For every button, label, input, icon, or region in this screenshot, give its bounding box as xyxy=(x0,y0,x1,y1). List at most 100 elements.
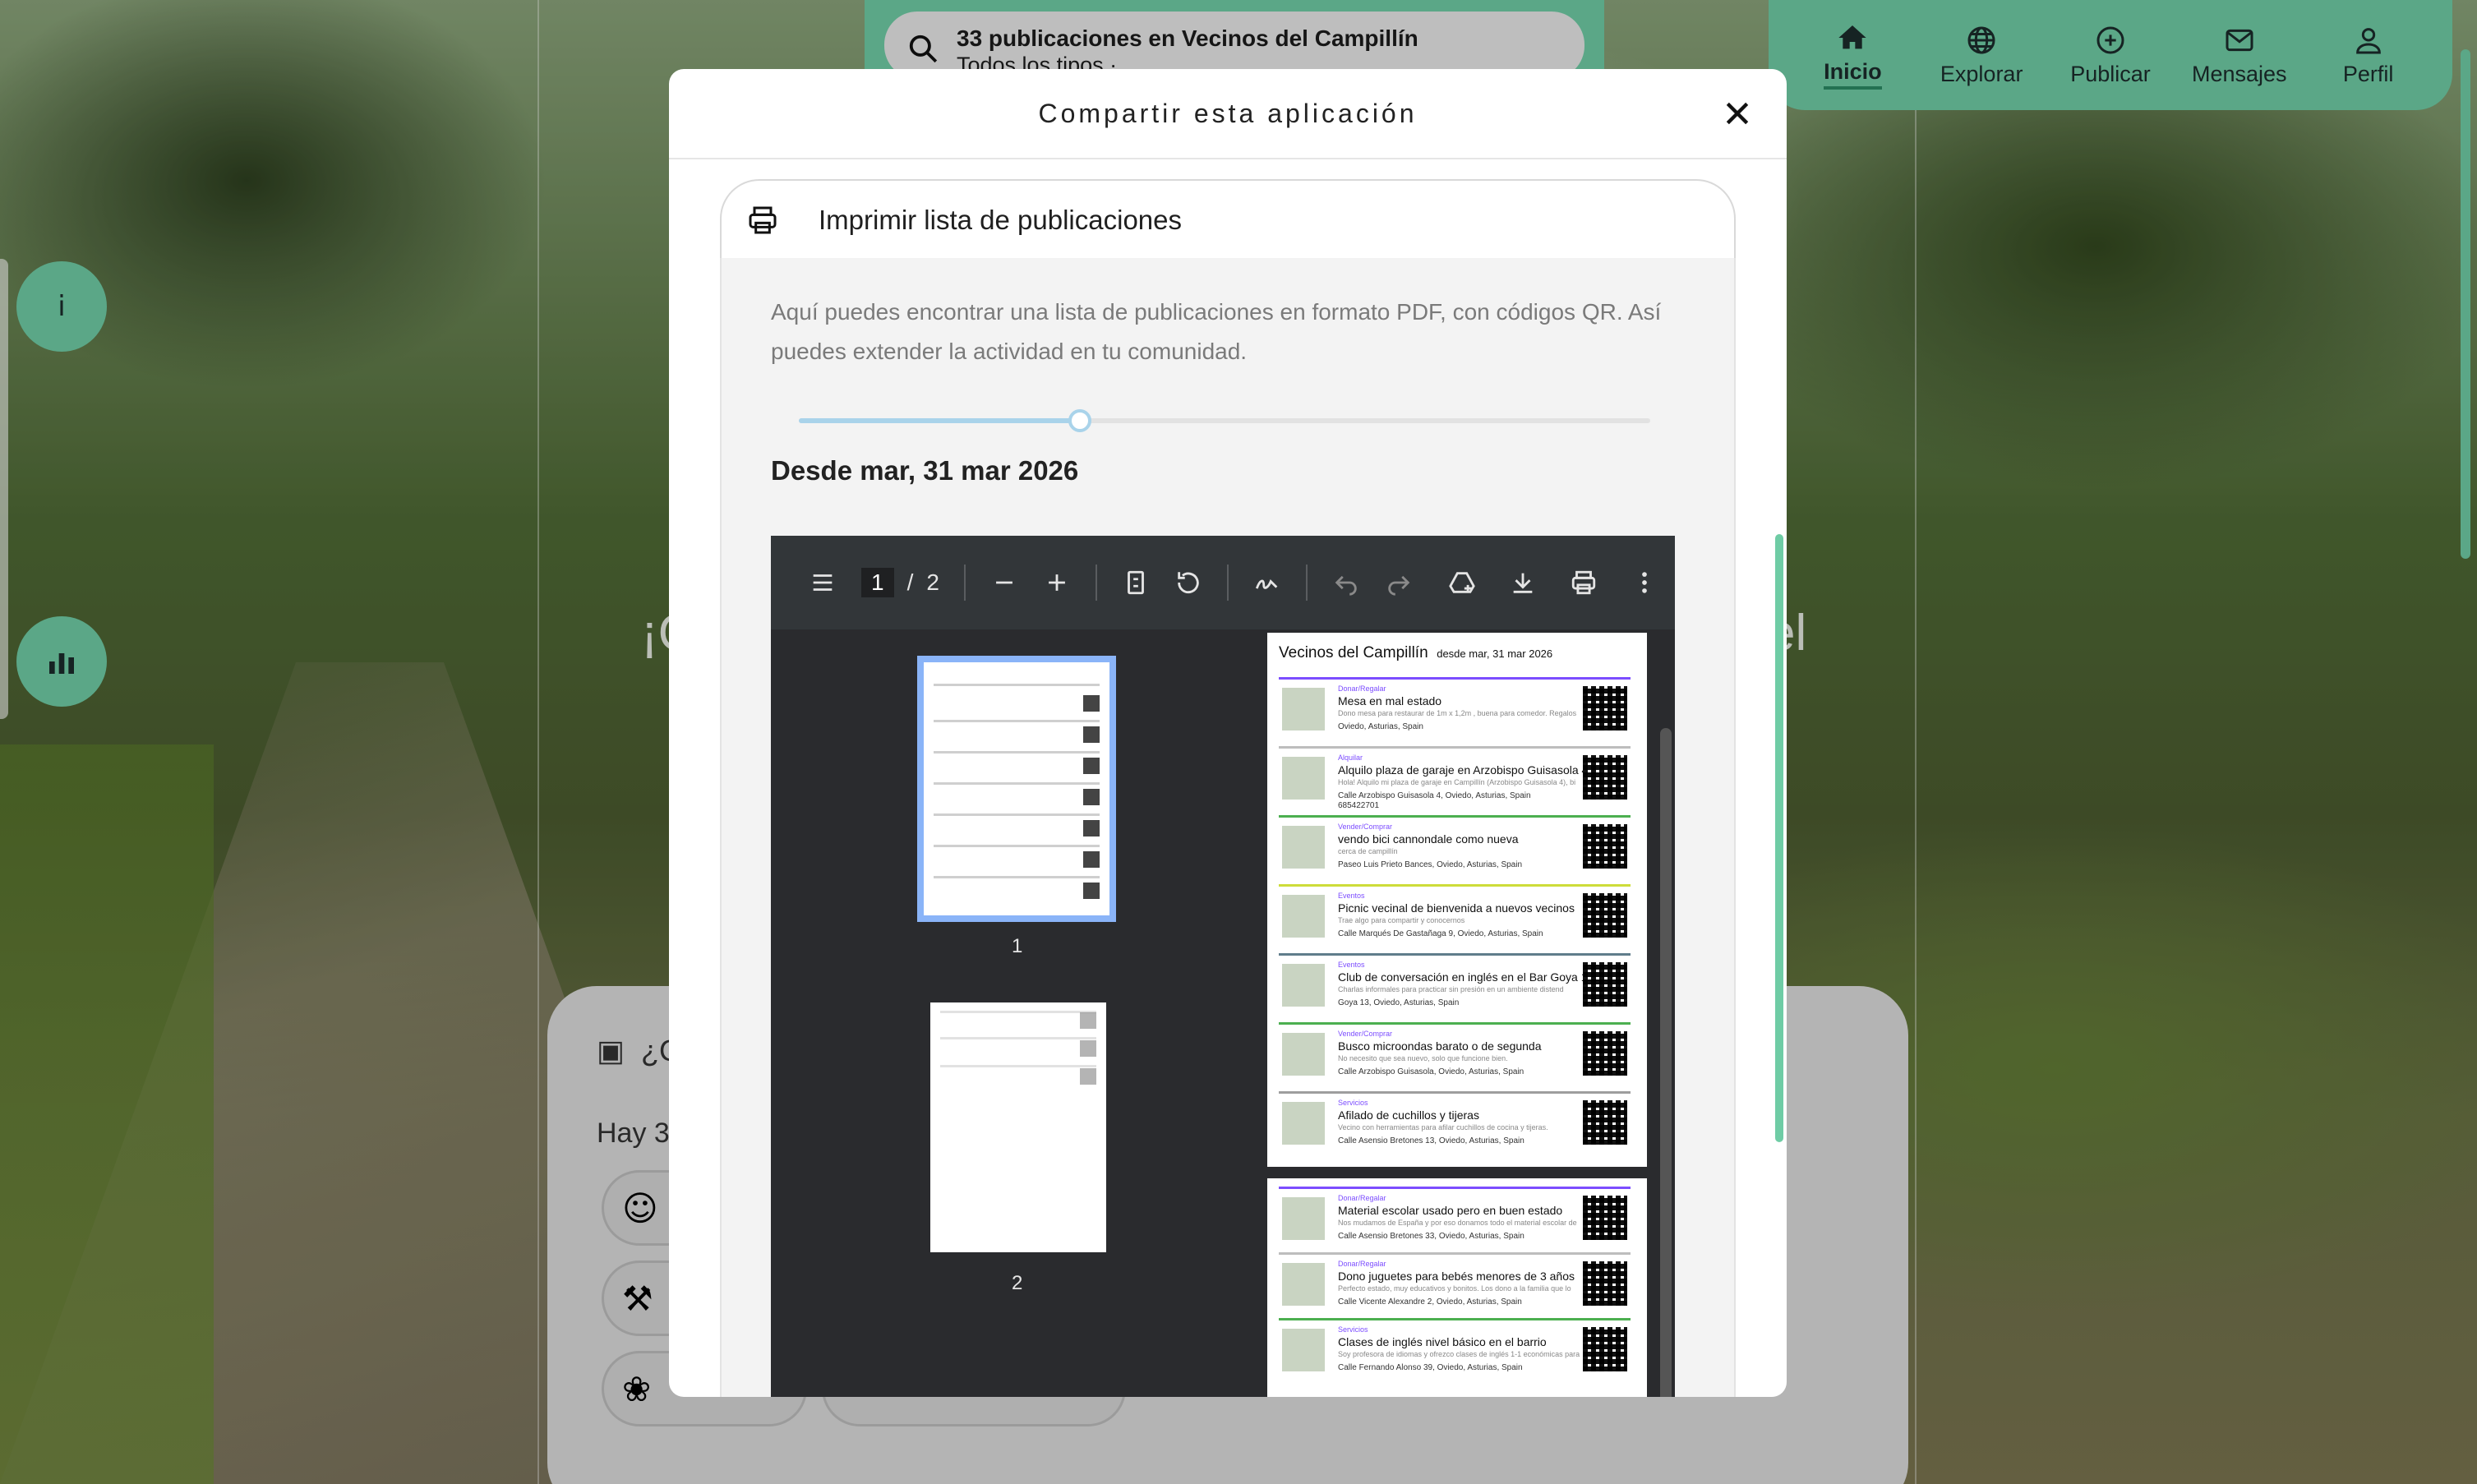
listing-category: Alquilar xyxy=(1338,754,1363,762)
qr-code xyxy=(1583,1196,1627,1240)
share-modal: Compartir esta aplicación Imprimir lista… xyxy=(669,69,1787,1397)
modal-header: Compartir esta aplicación xyxy=(669,69,1787,159)
listing-description: Hola! Alquilo mi plaza de garaje en Camp… xyxy=(1338,778,1576,786)
listing-address: Calle Arzobispo Guisasola 4, Oviedo, Ast… xyxy=(1338,791,1531,800)
close-icon xyxy=(1726,102,1749,125)
listing-description: Perfecto estado, muy educativos y bonito… xyxy=(1338,1284,1571,1293)
listing-address: Oviedo, Asturias, Spain xyxy=(1338,722,1423,731)
slider-fill xyxy=(799,418,1080,423)
printer-icon xyxy=(749,206,777,234)
listing-title: Dono juguetes para bebés menores de 3 añ… xyxy=(1338,1270,1575,1283)
pdf-page-1: Vecinos del Campillín desde mar, 31 mar … xyxy=(1267,633,1647,1167)
fit-page-icon[interactable] xyxy=(1122,569,1150,597)
drive-add-icon[interactable] xyxy=(1448,569,1476,597)
listing-phone: 685422701 xyxy=(1338,801,1380,810)
listing-title: Material escolar usado pero en buen esta… xyxy=(1338,1204,1563,1217)
undo-icon[interactable] xyxy=(1332,569,1360,597)
listing-category: Servicios xyxy=(1338,1099,1368,1107)
menu-icon[interactable] xyxy=(809,569,837,597)
listing-title: vendo bici cannondale como nueva xyxy=(1338,832,1519,846)
modal-scrollbar[interactable] xyxy=(1775,534,1783,1142)
listing-image xyxy=(1282,688,1325,730)
listing-category: Vender/Comprar xyxy=(1338,823,1393,831)
more-icon[interactable] xyxy=(1631,569,1658,597)
close-button[interactable] xyxy=(1721,97,1754,130)
page-total: 2 xyxy=(926,569,939,595)
listing-category: Donar/Regalar xyxy=(1338,1194,1386,1202)
zoom-out-icon[interactable] xyxy=(990,569,1018,597)
listing-address: Paseo Luis Prieto Bances, Oviedo, Asturi… xyxy=(1338,860,1523,869)
listing-description: Vecino con herramientas para afilar cuch… xyxy=(1338,1123,1548,1131)
pdf-listing-row: Donar/Regalar Dono juguetes para bebés me… xyxy=(1279,1252,1631,1316)
print-icon[interactable] xyxy=(1570,569,1598,597)
pdf-listing-row: Donar/Regalar Material escolar usado pero… xyxy=(1279,1187,1631,1251)
listing-title: Club de conversación en inglés en el Bar… xyxy=(1338,970,1594,984)
listing-description: Soy profesora de idiomas y ofrezco clase… xyxy=(1338,1350,1580,1358)
qr-code xyxy=(1583,1100,1627,1145)
listing-category: Eventos xyxy=(1338,892,1365,900)
annotate-icon[interactable] xyxy=(1253,569,1281,597)
zoom-in-icon[interactable] xyxy=(1043,569,1071,597)
listing-title: Clases de inglés nivel básico en el barr… xyxy=(1338,1335,1547,1348)
modal-title: Compartir esta aplicación xyxy=(1038,98,1418,128)
pdf-listing-row: Vender/Comprar Busco microondas barato o … xyxy=(1279,1022,1631,1086)
listing-description: Dono mesa para restaurar de 1m x 1,2m , … xyxy=(1338,709,1577,717)
print-section-label: Imprimir lista de publicaciones xyxy=(819,205,1183,235)
pdf-page-2: Donar/Regalar Material escolar usado pero… xyxy=(1267,1178,1647,1397)
thumbnail-page-1[interactable] xyxy=(917,656,1116,922)
listing-category: Eventos xyxy=(1338,961,1365,969)
thumbnail-page-2[interactable] xyxy=(930,1002,1106,1252)
listing-title: Busco microondas barato o de segunda xyxy=(1338,1039,1542,1053)
pdf-listing-row: Eventos Picnic vecinal de bienvenida a nu… xyxy=(1279,884,1631,948)
qr-code xyxy=(1583,686,1627,730)
listing-title: Mesa en mal estado xyxy=(1338,694,1442,707)
pdf-listing-row: Alquilar Alquilo plaza de garaje en Arzob… xyxy=(1279,746,1631,810)
pdf-viewer[interactable]: 1 / 2 1 2 Vecinos del Campillín desde ma… xyxy=(771,536,1675,1397)
listing-address: Goya 13, Oviedo, Asturias, Spain xyxy=(1338,998,1460,1007)
since-date: Desde mar, 31 mar 2026 xyxy=(771,455,1079,486)
listing-address: Calle Asensio Bretones 13, Oviedo, Astur… xyxy=(1338,1136,1524,1145)
pdf-pages: Vecinos del Campillín desde mar, 31 mar … xyxy=(1267,629,1675,1397)
listing-description: Charlas informales para practicar sin pr… xyxy=(1338,985,1564,993)
listing-address: Calle Vicente Alexandre 2, Oviedo, Astur… xyxy=(1338,1297,1522,1307)
listing-description: Nos mudamos de España y por eso donamos … xyxy=(1338,1219,1577,1227)
listing-image xyxy=(1282,1263,1325,1306)
pdf-toolbar: 1 / 2 xyxy=(771,536,1675,629)
listing-address: Calle Marqués De Gastañaga 9, Oviedo, As… xyxy=(1338,929,1543,938)
pdf-scrollbar[interactable] xyxy=(1660,728,1672,1397)
listing-image xyxy=(1282,1197,1325,1240)
listing-image xyxy=(1282,964,1325,1007)
listing-image xyxy=(1282,1329,1325,1371)
print-section-header[interactable]: Imprimir lista de publicaciones xyxy=(720,179,1736,260)
pdf-since: desde mar, 31 mar 2026 xyxy=(1437,648,1553,660)
listing-title: Afilado de cuchillos y tijeras xyxy=(1338,1108,1479,1122)
qr-code xyxy=(1583,1031,1627,1076)
print-description: Aquí puedes encontrar una lista de publi… xyxy=(771,299,1662,364)
page-input[interactable]: 1 xyxy=(861,568,894,597)
pdf-listing-row: Servicios Clases de inglés nivel básico e… xyxy=(1279,1318,1631,1382)
listing-description: cerca de campillín xyxy=(1338,847,1398,855)
listing-image xyxy=(1282,826,1325,869)
pdf-header: Vecinos del Campillín desde mar, 31 mar … xyxy=(1279,644,1552,662)
qr-code xyxy=(1583,1261,1627,1306)
redo-icon[interactable] xyxy=(1385,569,1413,597)
qr-code xyxy=(1583,962,1627,1007)
listing-image xyxy=(1282,1033,1325,1076)
thumbnail-number: 1 xyxy=(1012,935,1023,957)
slider-knob[interactable] xyxy=(1068,409,1091,432)
pdf-listing-row: Servicios Afilado de cuchillos y tijeras V… xyxy=(1279,1091,1631,1155)
listing-image xyxy=(1282,895,1325,938)
qr-code xyxy=(1583,824,1627,869)
date-slider[interactable] xyxy=(799,409,1650,432)
download-icon[interactable] xyxy=(1509,569,1537,597)
rotate-icon[interactable] xyxy=(1174,569,1202,597)
thumbnail-sidebar: 1 2 xyxy=(771,629,1267,1397)
listing-image xyxy=(1282,757,1325,800)
listing-image xyxy=(1282,1102,1325,1145)
listing-address: Calle Arzobispo Guisasola, Oviedo, Astur… xyxy=(1338,1067,1524,1076)
thumbnail-number: 2 xyxy=(1012,1272,1023,1294)
pdf-listing-row: Donar/Regalar Mesa en mal estado Dono mesa… xyxy=(1279,677,1631,741)
listing-title: Alquilo plaza de garaje en Arzobispo Gui… xyxy=(1338,763,1589,777)
listing-description: No necesito que sea nuevo, solo que func… xyxy=(1338,1054,1508,1062)
pdf-listing-row: Eventos Club de conversación en inglés en… xyxy=(1279,953,1631,1017)
